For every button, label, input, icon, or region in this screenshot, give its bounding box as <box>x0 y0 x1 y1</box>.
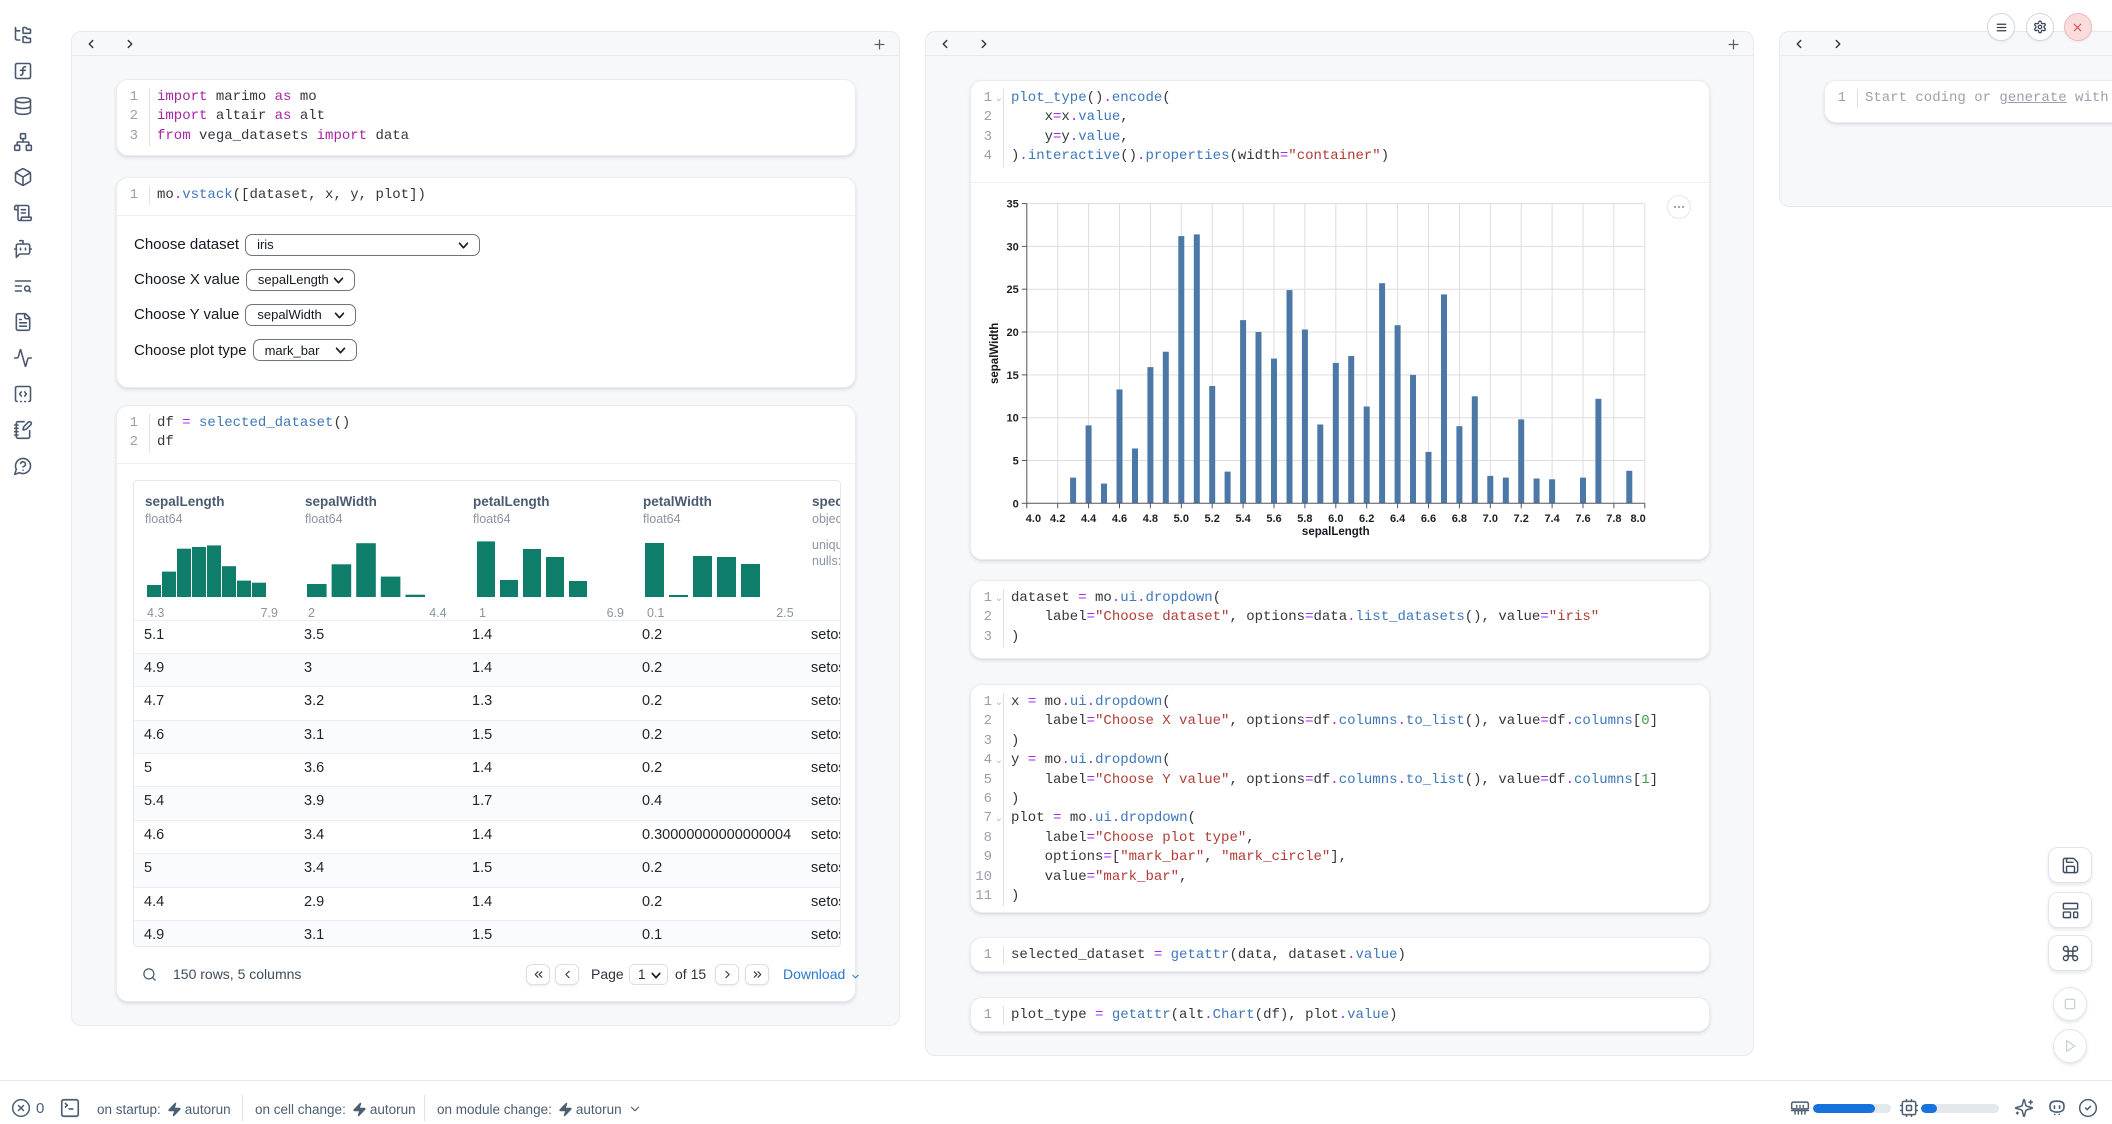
svg-text:4.8: 4.8 <box>1143 513 1158 525</box>
svg-text:7.6: 7.6 <box>1575 513 1590 525</box>
svg-text:8.0: 8.0 <box>1631 513 1646 525</box>
svg-text:5: 5 <box>1013 456 1019 468</box>
svg-text:6.6: 6.6 <box>1421 513 1436 525</box>
svg-text:7.4: 7.4 <box>1544 513 1560 525</box>
svg-text:6.8: 6.8 <box>1452 513 1467 525</box>
svg-text:30: 30 <box>1007 241 1019 253</box>
svg-text:20: 20 <box>1007 327 1019 339</box>
svg-text:6.4: 6.4 <box>1390 513 1406 525</box>
svg-text:25: 25 <box>1007 284 1019 296</box>
svg-text:7.2: 7.2 <box>1514 513 1529 525</box>
svg-text:4.4: 4.4 <box>1081 513 1097 525</box>
svg-text:6.0: 6.0 <box>1328 513 1343 525</box>
svg-text:0: 0 <box>1013 498 1019 510</box>
svg-text:7.8: 7.8 <box>1606 513 1621 525</box>
svg-text:6.2: 6.2 <box>1359 513 1374 525</box>
svg-text:5.2: 5.2 <box>1205 513 1220 525</box>
svg-text:15: 15 <box>1007 370 1019 382</box>
svg-text:5.4: 5.4 <box>1235 513 1251 525</box>
svg-text:4.0: 4.0 <box>1026 513 1041 525</box>
svg-text:4.2: 4.2 <box>1050 513 1065 525</box>
svg-text:5.8: 5.8 <box>1297 513 1312 525</box>
svg-text:4.6: 4.6 <box>1112 513 1127 525</box>
svg-text:sepalWidth: sepalWidth <box>989 323 1001 384</box>
svg-text:5.6: 5.6 <box>1266 513 1281 525</box>
svg-text:7.0: 7.0 <box>1483 513 1498 525</box>
svg-text:10: 10 <box>1007 413 1019 425</box>
svg-text:sepalLength: sepalLength <box>1302 526 1370 538</box>
svg-text:35: 35 <box>1007 199 1019 211</box>
svg-text:5.0: 5.0 <box>1174 513 1189 525</box>
